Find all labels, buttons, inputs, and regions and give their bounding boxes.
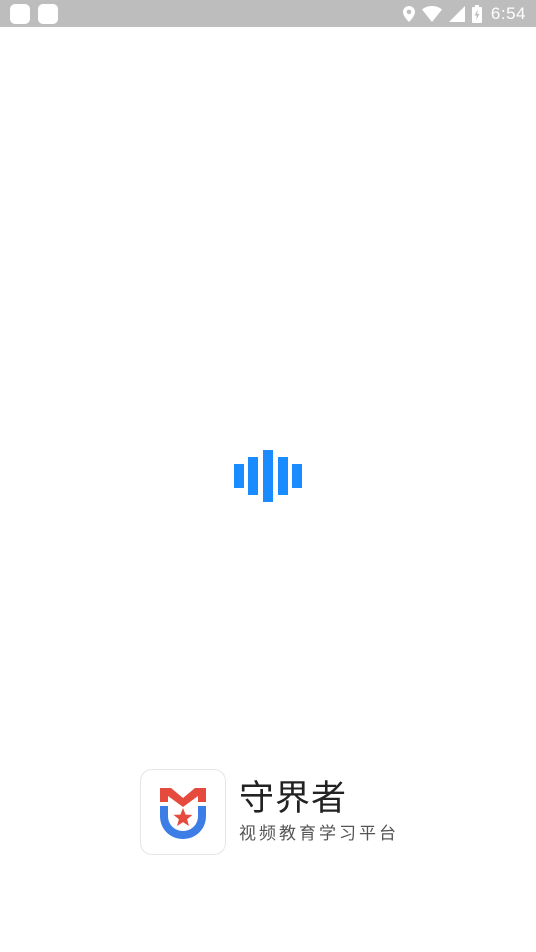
notification-square-icon	[10, 3, 30, 24]
app-logo	[140, 769, 226, 855]
status-bar: 6:54	[0, 0, 536, 27]
app-tagline: 视频教育学习平台	[239, 824, 399, 844]
notification-square-icon	[38, 3, 58, 24]
shield-star-logo	[160, 788, 206, 839]
location-icon	[402, 4, 415, 24]
splash-screen: 6:54 守界者 视频教育学习平台	[0, 0, 536, 952]
battery-charging-icon	[471, 4, 482, 24]
loading-bars-icon	[234, 450, 302, 502]
status-system-icons: 6:54	[402, 3, 526, 24]
status-notifications	[10, 3, 58, 24]
status-time: 6:54	[490, 3, 526, 23]
brand-text: 守界者 视频教育学习平台	[239, 779, 399, 845]
app-name: 守界者	[239, 779, 348, 819]
wifi-icon	[421, 4, 442, 24]
cell-signal-icon	[448, 4, 465, 24]
brand-footer: 守界者 视频教育学习平台	[140, 769, 399, 855]
